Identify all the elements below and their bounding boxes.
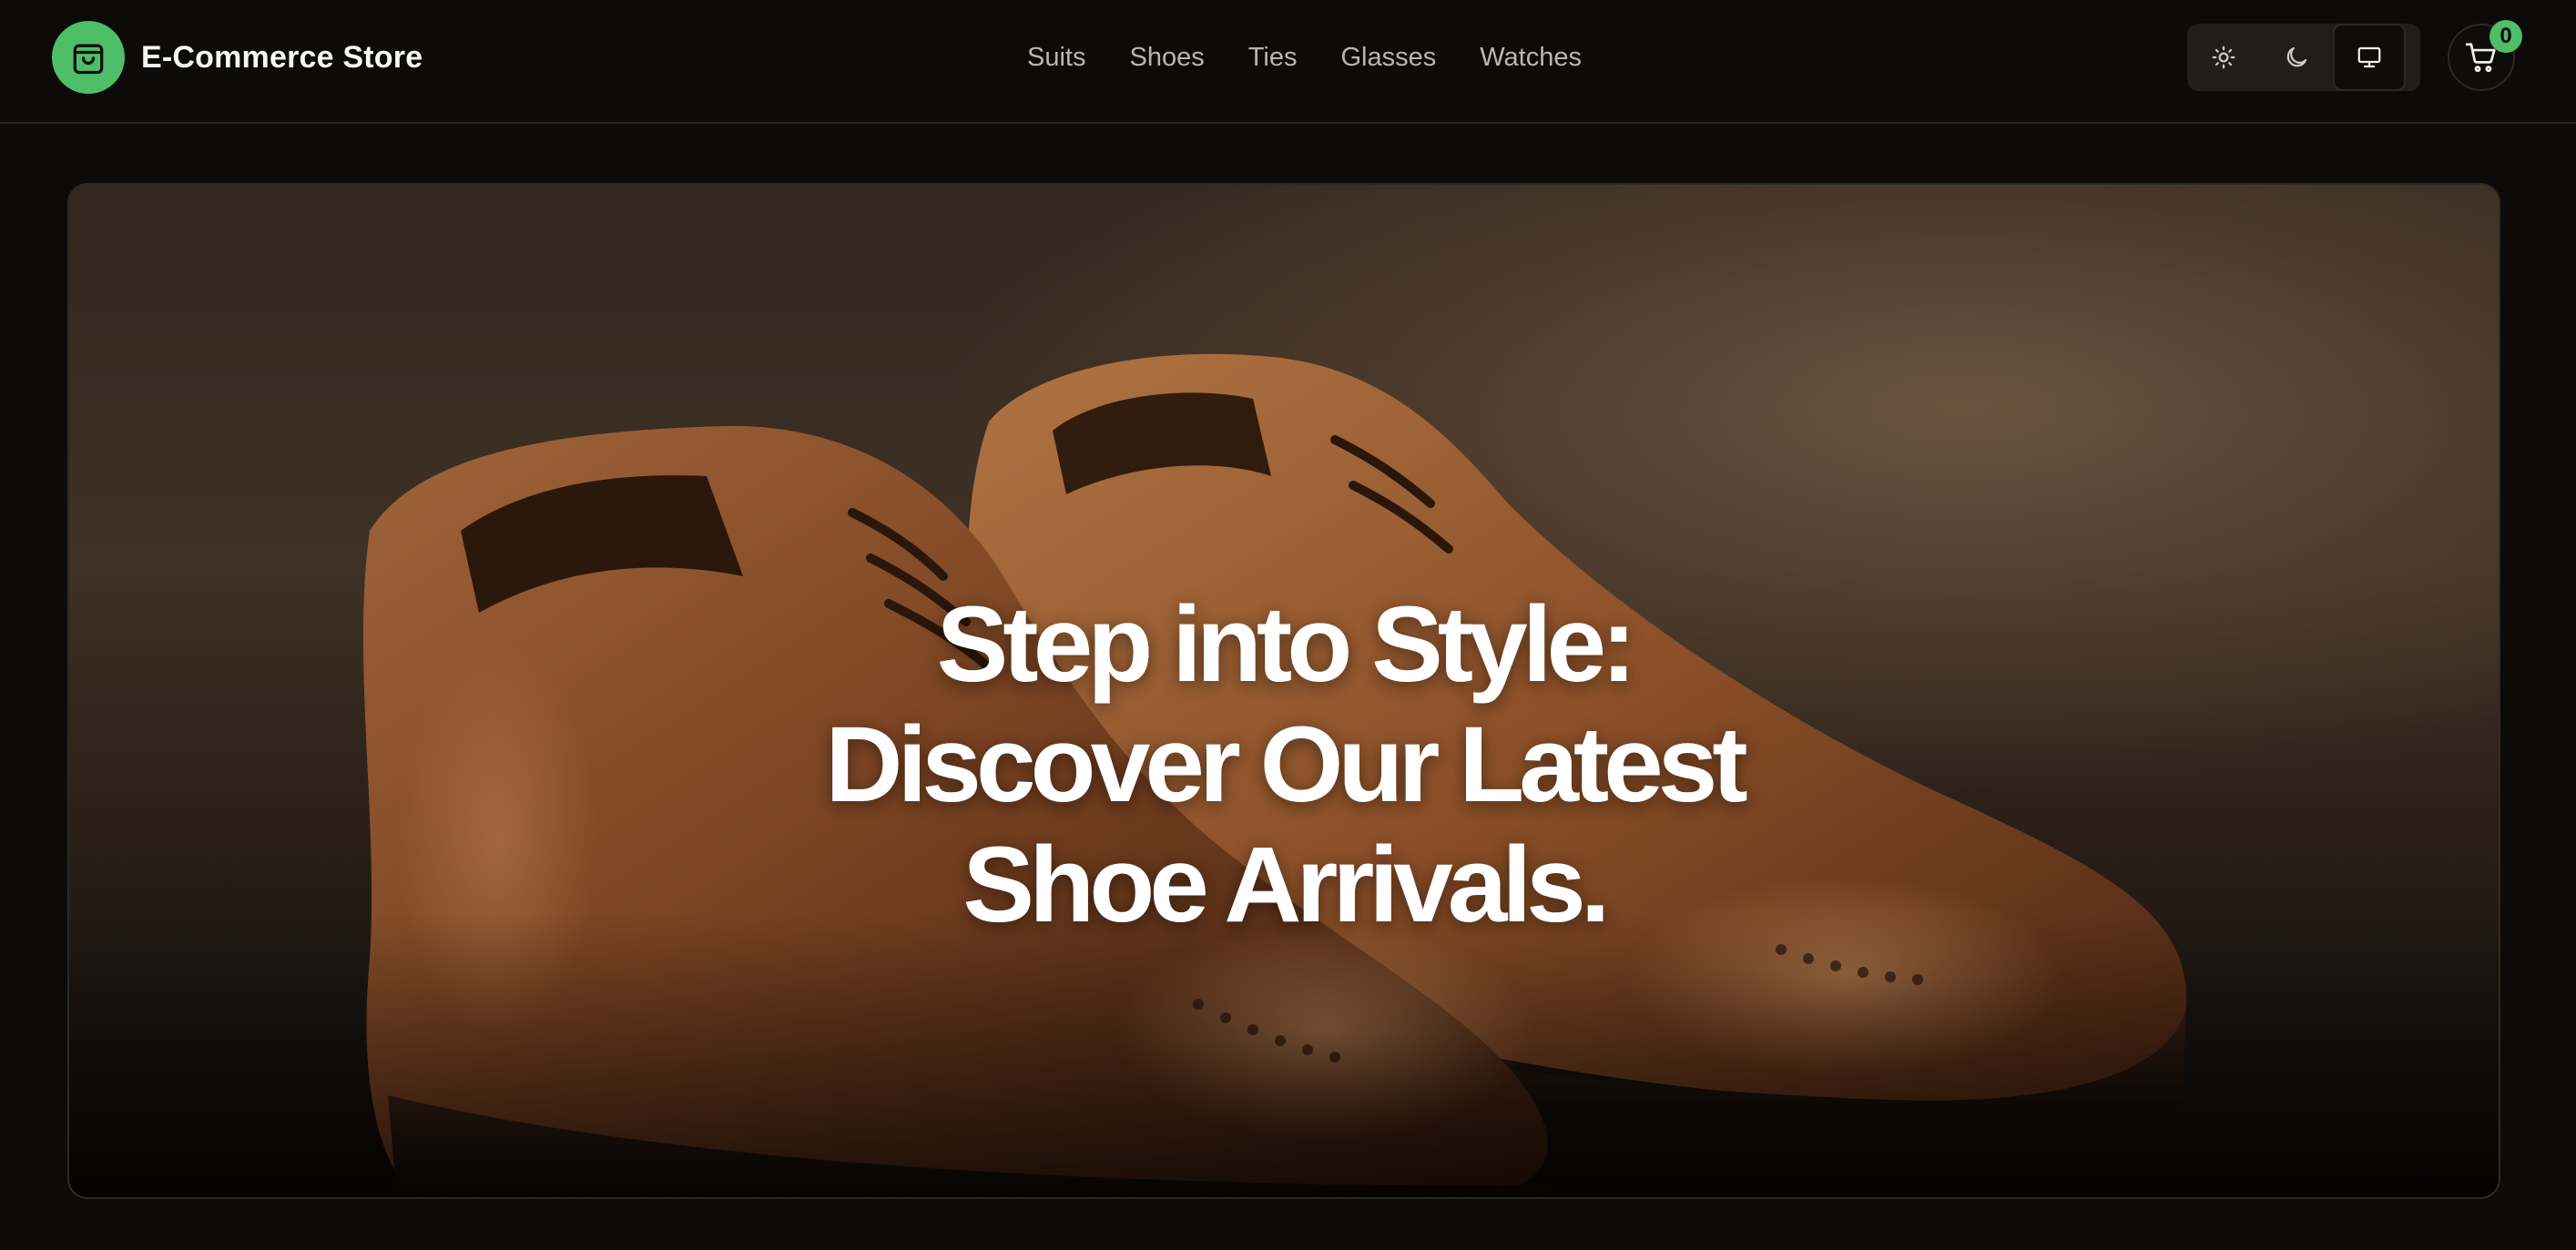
nav-link-suits[interactable]: Suits [1005,43,1107,73]
monitor-icon [2357,46,2381,68]
dark-theme-button[interactable] [2260,24,2333,91]
hero-title-line-3: Shoe Arrivals. [962,825,1610,946]
moon-icon [2286,46,2307,67]
navbar: E-Commerce Store Suits Shoes Ties Glasse… [0,0,2576,124]
system-theme-button[interactable] [2333,24,2406,91]
cart-button[interactable]: 0 [2448,20,2522,91]
hero-title: Step into Style: Discover Our Latest Sho… [69,584,2499,945]
light-theme-button[interactable] [2187,24,2260,91]
hero-title-line-1: Step into Style: [936,584,1637,706]
theme-toggle [2187,24,2420,91]
hero-title-line-2: Discover Our Latest [825,705,1747,826]
hero-banner[interactable]: Step into Style: Discover Our Latest Sho… [67,183,2500,1199]
nav-link-shoes[interactable]: Shoes [1108,43,1227,73]
sun-icon [2212,46,2235,69]
nav-link-watches[interactable]: Watches [1458,43,1604,73]
cart-count-badge: 0 [2489,20,2522,53]
nav-link-glasses[interactable]: Glasses [1319,43,1458,73]
nav-link-ties[interactable]: Ties [1227,43,1319,73]
